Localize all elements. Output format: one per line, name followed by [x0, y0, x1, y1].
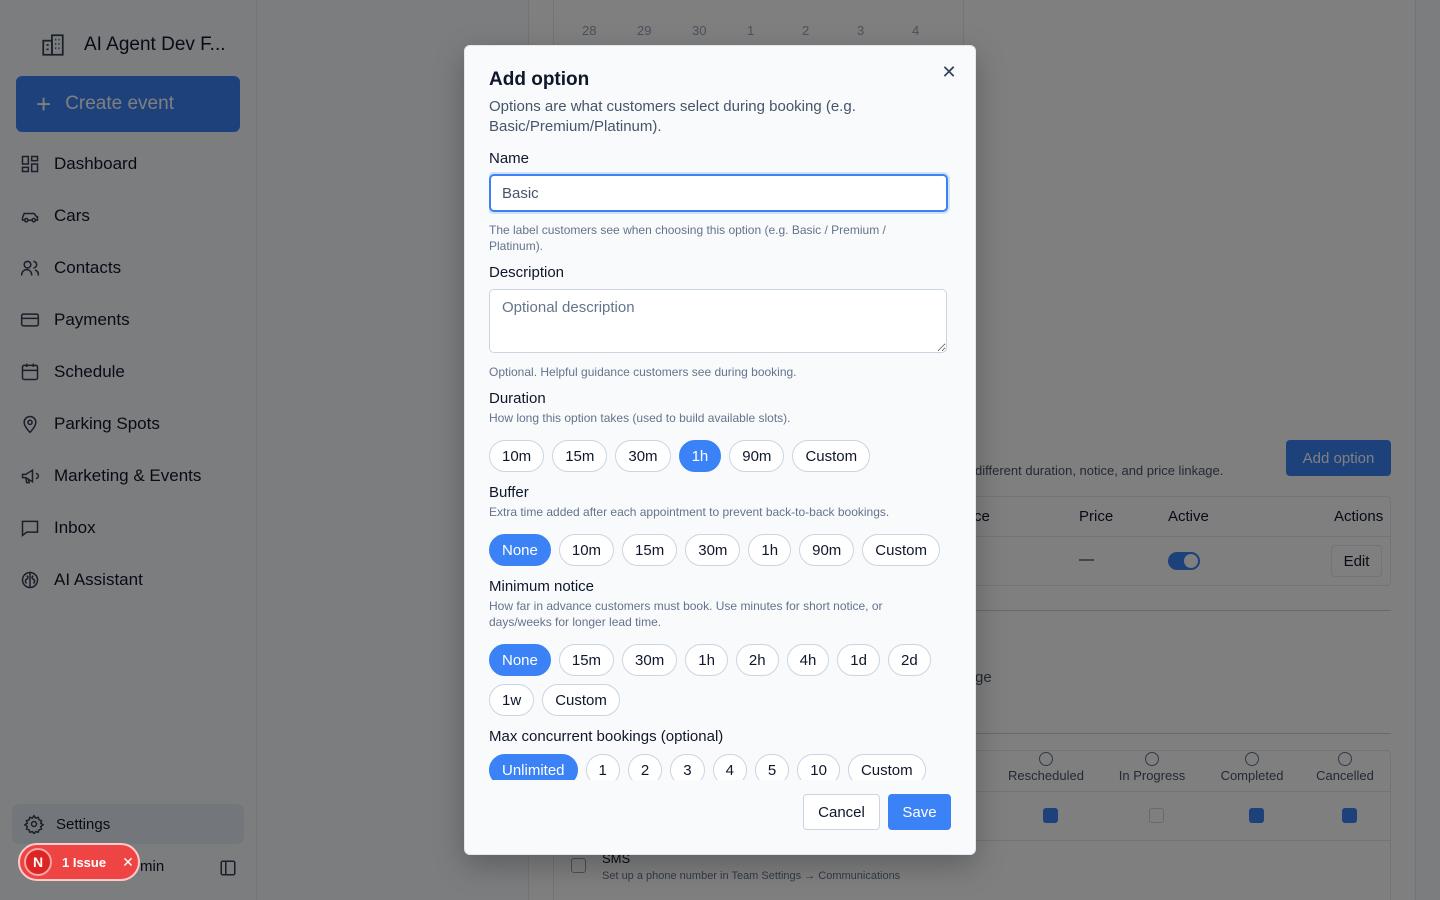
- minimum-notice-option-1h[interactable]: 1h: [685, 644, 728, 676]
- buffer-option-10m[interactable]: 10m: [558, 534, 615, 566]
- duration-option-10m[interactable]: 10m: [489, 440, 545, 472]
- buffer-options: None 10m 15m 30m 1h 90m Custom: [489, 534, 949, 566]
- description-textarea[interactable]: [489, 289, 947, 353]
- minimum-notice-option-15m[interactable]: 15m: [558, 644, 615, 676]
- max-concurrent-option-2[interactable]: 2: [627, 754, 663, 780]
- buffer-option-90m[interactable]: 90m: [799, 534, 855, 566]
- minimum-notice-help: How far in advance customers must book. …: [489, 599, 883, 629]
- cancel-button[interactable]: Cancel: [803, 794, 880, 830]
- buffer-label: Buffer: [489, 484, 529, 501]
- description-help: Optional. Helpful guidance customers see…: [489, 365, 797, 379]
- buffer-help: Extra time added after each appointment …: [489, 505, 890, 519]
- issue-avatar: N: [24, 848, 52, 876]
- dialog-title: Add option: [489, 69, 590, 90]
- name-label: Name: [489, 150, 530, 167]
- max-concurrent-option-unlimited[interactable]: Unlimited: [489, 754, 578, 780]
- duration-label: Duration: [489, 390, 546, 407]
- close-icon[interactable]: ✕: [122, 854, 134, 871]
- max-concurrent-label: Max concurrent bookings (optional): [489, 728, 724, 745]
- max-concurrent-option-1[interactable]: 1: [585, 754, 620, 780]
- save-button[interactable]: Save: [888, 794, 951, 830]
- name-input[interactable]: [489, 174, 948, 212]
- max-concurrent-options: Unlimited 1 2 3 4 5 10 Custom: [489, 754, 949, 780]
- dialog-description: Options are what customers select during…: [489, 98, 856, 135]
- minimum-notice-option-2d[interactable]: 2d: [887, 644, 931, 676]
- minimum-notice-option-custom[interactable]: Custom: [542, 684, 620, 716]
- max-concurrent-option-4[interactable]: 4: [712, 754, 747, 780]
- name-help: The label customers see when choosing th…: [489, 223, 886, 253]
- buffer-option-15m[interactable]: 15m: [622, 534, 678, 566]
- issue-badge-label: 1 Issue: [62, 854, 107, 870]
- duration-help: How long this option takes (used to buil…: [489, 411, 791, 425]
- minimum-notice-option-1w[interactable]: 1w: [489, 684, 535, 716]
- duration-option-90m[interactable]: 90m: [729, 440, 785, 472]
- max-concurrent-option-3[interactable]: 3: [670, 754, 705, 780]
- buffer-option-custom[interactable]: Custom: [862, 534, 940, 566]
- minimum-notice-options: None 15m 30m 1h 2h 4h 1d 2d 1w Custom: [489, 644, 949, 716]
- minimum-notice-label: Minimum notice: [489, 578, 595, 595]
- minimum-notice-option-4h[interactable]: 4h: [786, 644, 830, 676]
- duration-option-15m[interactable]: 15m: [552, 440, 608, 472]
- dialog-scroll-area[interactable]: Name The label customers see when choosi…: [489, 150, 959, 780]
- max-concurrent-option-10[interactable]: 10: [797, 754, 840, 780]
- add-option-dialog: ✕ Add option Options are what customers …: [464, 45, 976, 855]
- max-concurrent-option-custom[interactable]: Custom: [847, 754, 926, 780]
- duration-option-30m[interactable]: 30m: [615, 440, 671, 472]
- duration-option-custom[interactable]: Custom: [792, 440, 871, 472]
- minimum-notice-option-1d[interactable]: 1d: [837, 644, 880, 676]
- close-icon[interactable]: ✕: [939, 62, 959, 82]
- issue-badge[interactable]: N 1 Issue ✕: [18, 843, 140, 881]
- duration-option-1h[interactable]: 1h: [678, 440, 722, 472]
- buffer-option-30m[interactable]: 30m: [685, 534, 741, 566]
- minimum-notice-option-none[interactable]: None: [489, 644, 551, 676]
- duration-options: 10m 15m 30m 1h 90m Custom: [489, 440, 949, 472]
- buffer-option-none[interactable]: None: [489, 534, 551, 566]
- minimum-notice-option-2h[interactable]: 2h: [735, 644, 779, 676]
- buffer-option-1h[interactable]: 1h: [748, 534, 792, 566]
- max-concurrent-option-5[interactable]: 5: [754, 754, 790, 780]
- minimum-notice-option-30m[interactable]: 30m: [622, 644, 678, 676]
- description-label: Description: [489, 264, 565, 281]
